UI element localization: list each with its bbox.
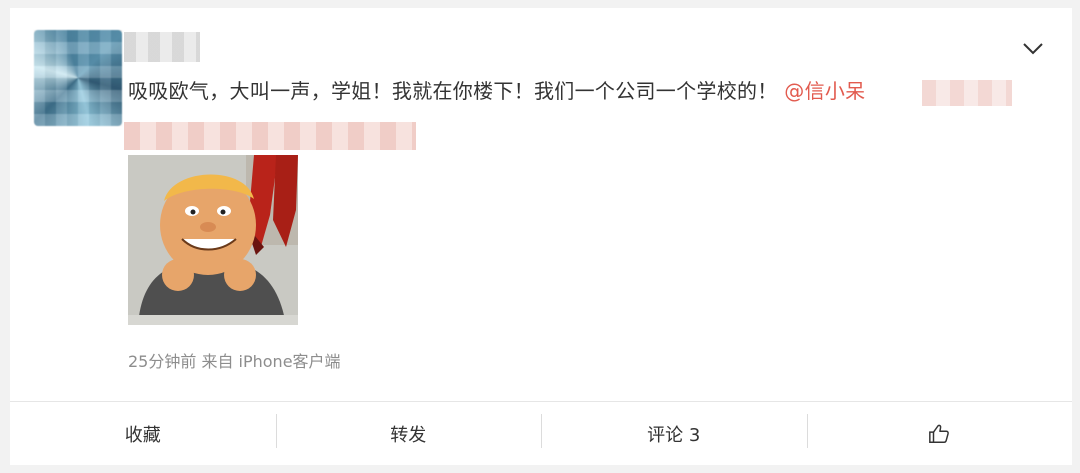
thumbs-up-icon	[929, 424, 950, 443]
avatar[interactable]	[34, 30, 122, 126]
collect-button[interactable]: 收藏	[10, 402, 276, 466]
comment-label: 评论 3	[647, 425, 701, 446]
like-button[interactable]	[806, 402, 1073, 466]
redacted-text	[922, 80, 1012, 106]
post-image[interactable]	[128, 155, 298, 325]
weibo-post-card: 吸吸欧气，大叫一声，学姐！我就在你楼下！我们一个公司一个学校的！ @信小呆 25…	[10, 8, 1072, 465]
redacted-text-line	[124, 122, 416, 150]
post-meta: 25分钟前 来自 iPhone客户端	[128, 352, 341, 371]
cartoon-image	[128, 155, 298, 325]
collect-label: 收藏	[124, 425, 161, 446]
mention-link[interactable]: @信小呆	[784, 79, 865, 103]
username-blurred[interactable]	[124, 32, 200, 62]
action-bar: 收藏 转发 评论 3	[10, 401, 1072, 466]
chevron-down-icon[interactable]	[1022, 42, 1044, 56]
post-text-main: 吸吸欧气，大叫一声，学姐！我就在你楼下！我们一个公司一个学校的！	[128, 79, 778, 103]
repost-button[interactable]: 转发	[275, 402, 542, 466]
repost-label: 转发	[390, 425, 427, 446]
comment-button[interactable]: 评论 3	[541, 402, 807, 466]
post-text: 吸吸欧气，大叫一声，学姐！我就在你楼下！我们一个公司一个学校的！ @信小呆	[128, 75, 1028, 104]
